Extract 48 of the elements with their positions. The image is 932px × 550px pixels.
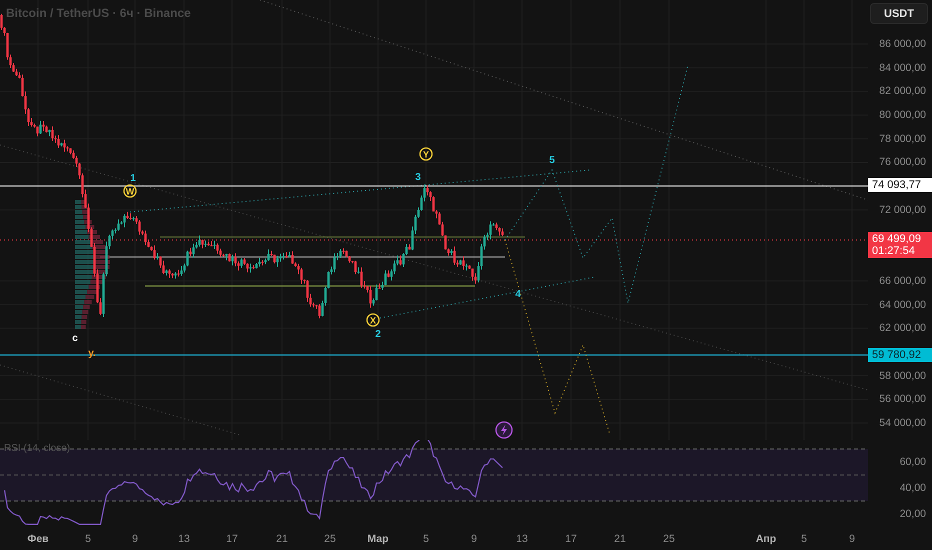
rsi-axis-label: 40,00 bbox=[900, 482, 926, 494]
wave-label: X bbox=[366, 313, 380, 327]
date-label: 25 bbox=[324, 533, 336, 545]
wave-label: W bbox=[123, 184, 137, 198]
price-tag: 69 499,09 01:27:54 bbox=[868, 232, 932, 258]
date-label: 5 bbox=[85, 533, 91, 545]
date-label: Апр bbox=[756, 533, 776, 545]
price-label: 80 000,00 bbox=[879, 109, 926, 122]
rsi-axis-label: 20,00 bbox=[900, 508, 926, 520]
currency-button[interactable]: USDT bbox=[870, 3, 928, 24]
date-label: 17 bbox=[565, 533, 577, 545]
date-label: 5 bbox=[801, 533, 807, 545]
price-label: 58 000,00 bbox=[879, 370, 926, 382]
price-label: 72 000,00 bbox=[879, 204, 926, 216]
date-label: Фев bbox=[27, 533, 49, 545]
indicator-title: RSI (14, close) bbox=[4, 443, 70, 454]
date-label: 9 bbox=[849, 533, 855, 545]
price-label: 54 000,00 bbox=[879, 417, 926, 430]
price-label: 76 000,00 bbox=[879, 156, 926, 168]
date-label: 17 bbox=[226, 533, 238, 545]
price-label: 78 000,00 bbox=[879, 132, 926, 145]
date-label: Мар bbox=[367, 533, 389, 545]
wave-label: c bbox=[72, 333, 78, 344]
wave-label: 5 bbox=[549, 155, 555, 166]
price-tag: 74 093,77 bbox=[868, 178, 932, 192]
price-label: 84 000,00 bbox=[879, 62, 926, 74]
price-label: 62 000,00 bbox=[879, 322, 926, 334]
rsi-axis-label: 60,00 bbox=[900, 456, 926, 468]
date-label: 13 bbox=[516, 533, 528, 545]
date-label: 25 bbox=[663, 533, 675, 545]
date-label: 9 bbox=[471, 533, 477, 545]
price-label: 66 000,00 bbox=[879, 274, 926, 287]
date-label: 21 bbox=[276, 533, 288, 545]
date-label: 13 bbox=[178, 533, 190, 545]
date-label: 5 bbox=[423, 533, 429, 545]
price-label: 56 000,00 bbox=[879, 393, 926, 406]
date-label: 9 bbox=[132, 533, 138, 545]
wave-label: 4 bbox=[515, 289, 521, 300]
wave-label: 1 bbox=[130, 173, 136, 184]
wave-label: Y bbox=[419, 147, 433, 161]
lightning-icon[interactable] bbox=[495, 421, 513, 439]
wave-label: 2 bbox=[375, 329, 381, 340]
price-tag: 59 780,92 bbox=[868, 348, 932, 362]
price-label: 86 000,00 bbox=[879, 38, 926, 50]
price-label: 64 000,00 bbox=[879, 298, 926, 311]
price-label: 82 000,00 bbox=[879, 85, 926, 98]
date-label: 21 bbox=[614, 533, 626, 545]
wave-label: 3 bbox=[415, 172, 421, 183]
